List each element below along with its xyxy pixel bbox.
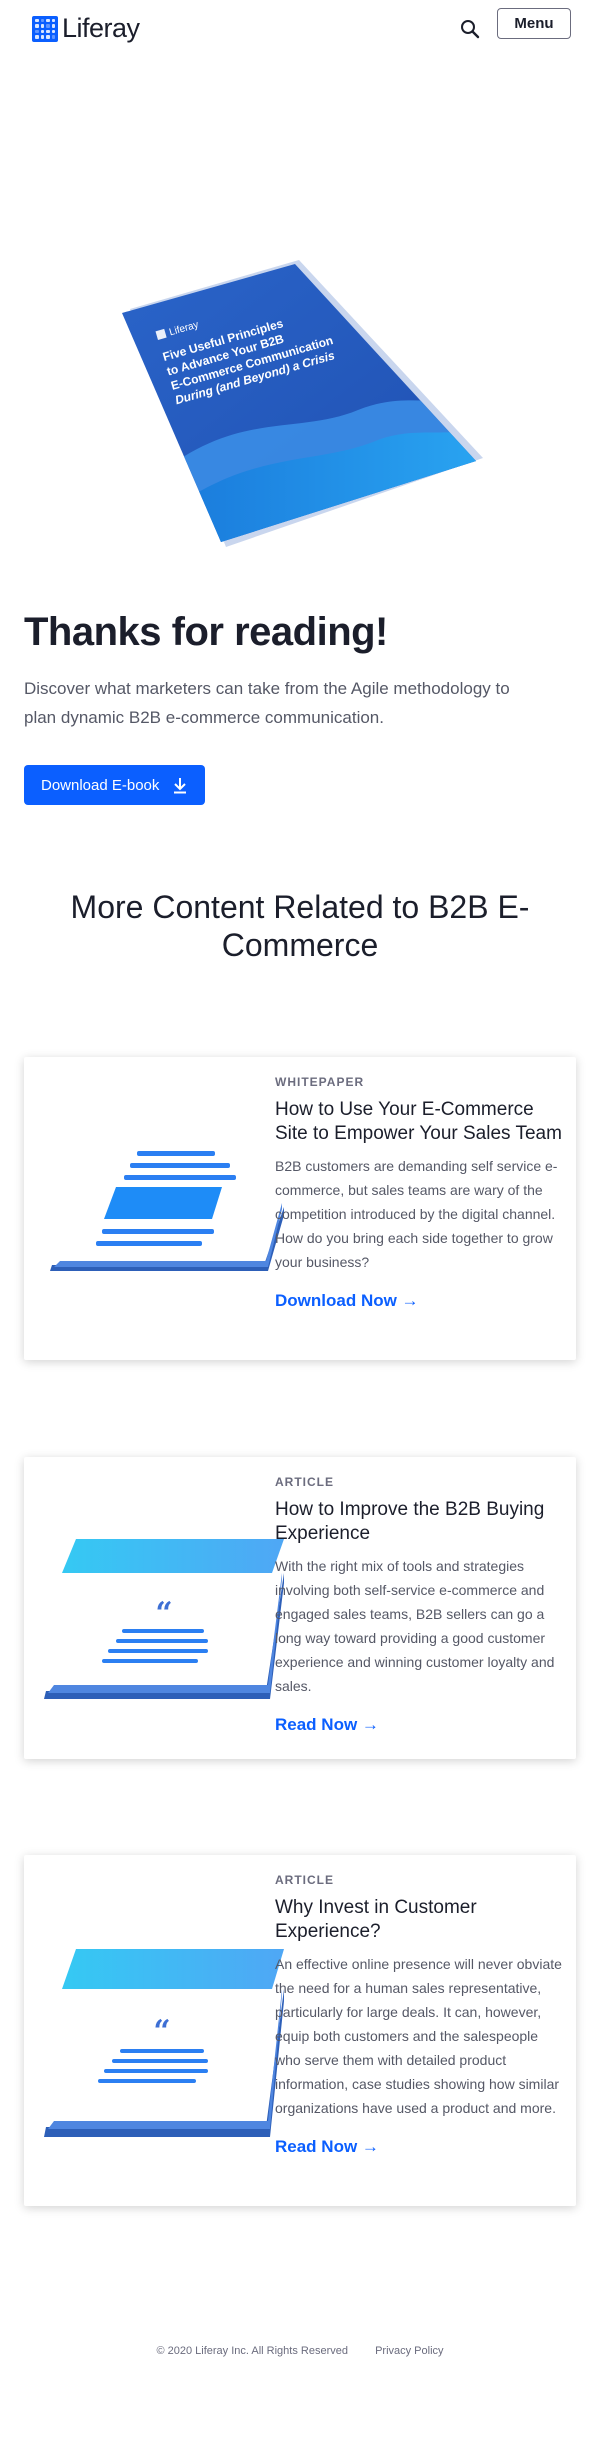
card-title[interactable]: How to Use Your E-Commerce Site to Empow… [275, 1098, 565, 1146]
download-icon [174, 778, 186, 794]
card-kicker: ARTICLE [275, 1873, 334, 1887]
ebook-cover-image: Liferay Five Useful Principles to Advanc… [122, 260, 483, 547]
download-now-link[interactable]: Download Now → [275, 1291, 419, 1311]
quote-mark-icon: “ [153, 2014, 170, 2049]
quote-illustration: “ [44, 1949, 284, 2137]
related-card: WHITEPAPER How to Use Your E-Commerce Si… [24, 1057, 576, 1360]
related-section-title: More Content Related to B2B E-Commerce [70, 889, 530, 963]
related-card: “ ARTICLE How to Improve the B2B Buying … [24, 1457, 576, 1759]
privacy-policy-link[interactable]: Privacy Policy [375, 2345, 443, 2357]
logo-text: Liferay [62, 13, 140, 43]
page-title: Thanks for reading! [24, 610, 388, 654]
site-header: Liferay Menu [0, 0, 600, 54]
card-kicker: WHITEPAPER [275, 1075, 365, 1089]
document-illustration [50, 1151, 284, 1271]
card-description: An effective online presence will never … [275, 1956, 562, 2116]
read-now-link[interactable]: Read Now → [275, 2137, 379, 2157]
card-description: With the right mix of tools and strategi… [275, 1558, 555, 1694]
read-now-link[interactable]: Read Now → [275, 1715, 379, 1735]
search-button[interactable] [459, 18, 481, 40]
site-footer: © 2020 Liferay Inc. All Rights Reserved … [0, 2345, 600, 2357]
card-title[interactable]: How to Improve the B2B Buying Experience [275, 1498, 565, 1546]
card-kicker: ARTICLE [275, 1475, 334, 1489]
search-icon [461, 20, 480, 39]
menu-button[interactable]: Menu [497, 8, 571, 39]
quote-illustration: “ [44, 1539, 284, 1699]
card-description: B2B customers are demanding self service… [275, 1158, 558, 1270]
download-ebook-button[interactable]: Download E-book [24, 765, 205, 805]
copyright-text: © 2020 Liferay Inc. All Rights Reserved [156, 2345, 348, 2357]
liferay-logo-icon [32, 15, 58, 42]
hero-description: Discover what marketers can take from th… [24, 679, 510, 727]
download-ebook-label: Download E-book [41, 776, 160, 794]
card-title[interactable]: Why Invest in Customer Experience? [275, 1896, 565, 1944]
related-card: “ ARTICLE Why Invest in Customer Experie… [24, 1855, 576, 2206]
quote-mark-icon: “ [155, 1596, 172, 1631]
liferay-logo[interactable]: Liferay [32, 13, 140, 44]
